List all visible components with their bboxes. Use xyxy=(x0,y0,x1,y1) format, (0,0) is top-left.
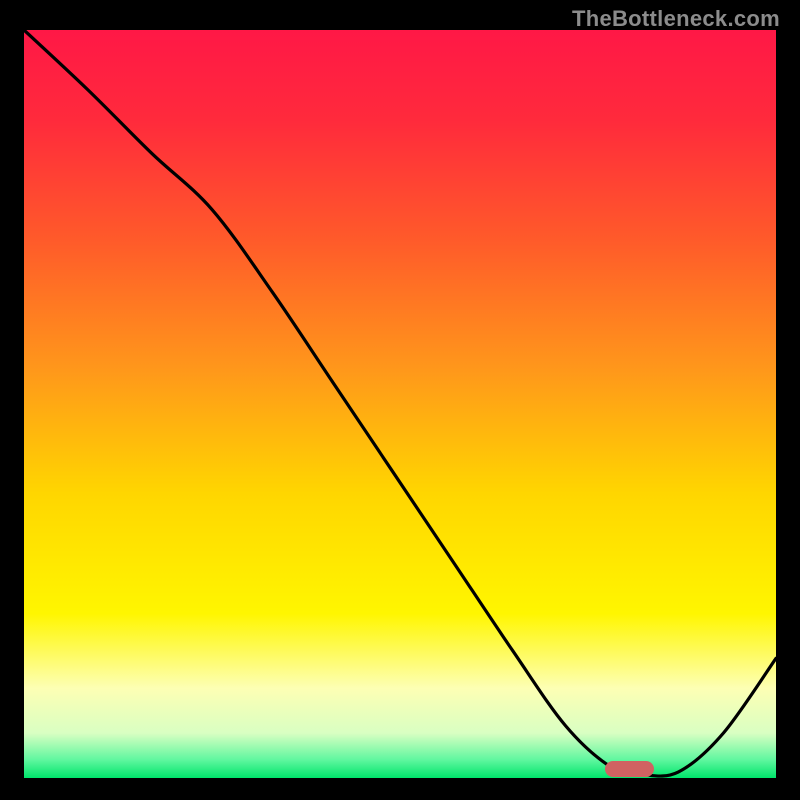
chart-frame: TheBottleneck.com xyxy=(0,0,800,800)
plot-area xyxy=(24,30,776,778)
gradient-background xyxy=(24,30,776,778)
bottleneck-chart xyxy=(24,30,776,778)
watermark-text: TheBottleneck.com xyxy=(572,6,780,32)
optimal-marker xyxy=(605,761,654,777)
